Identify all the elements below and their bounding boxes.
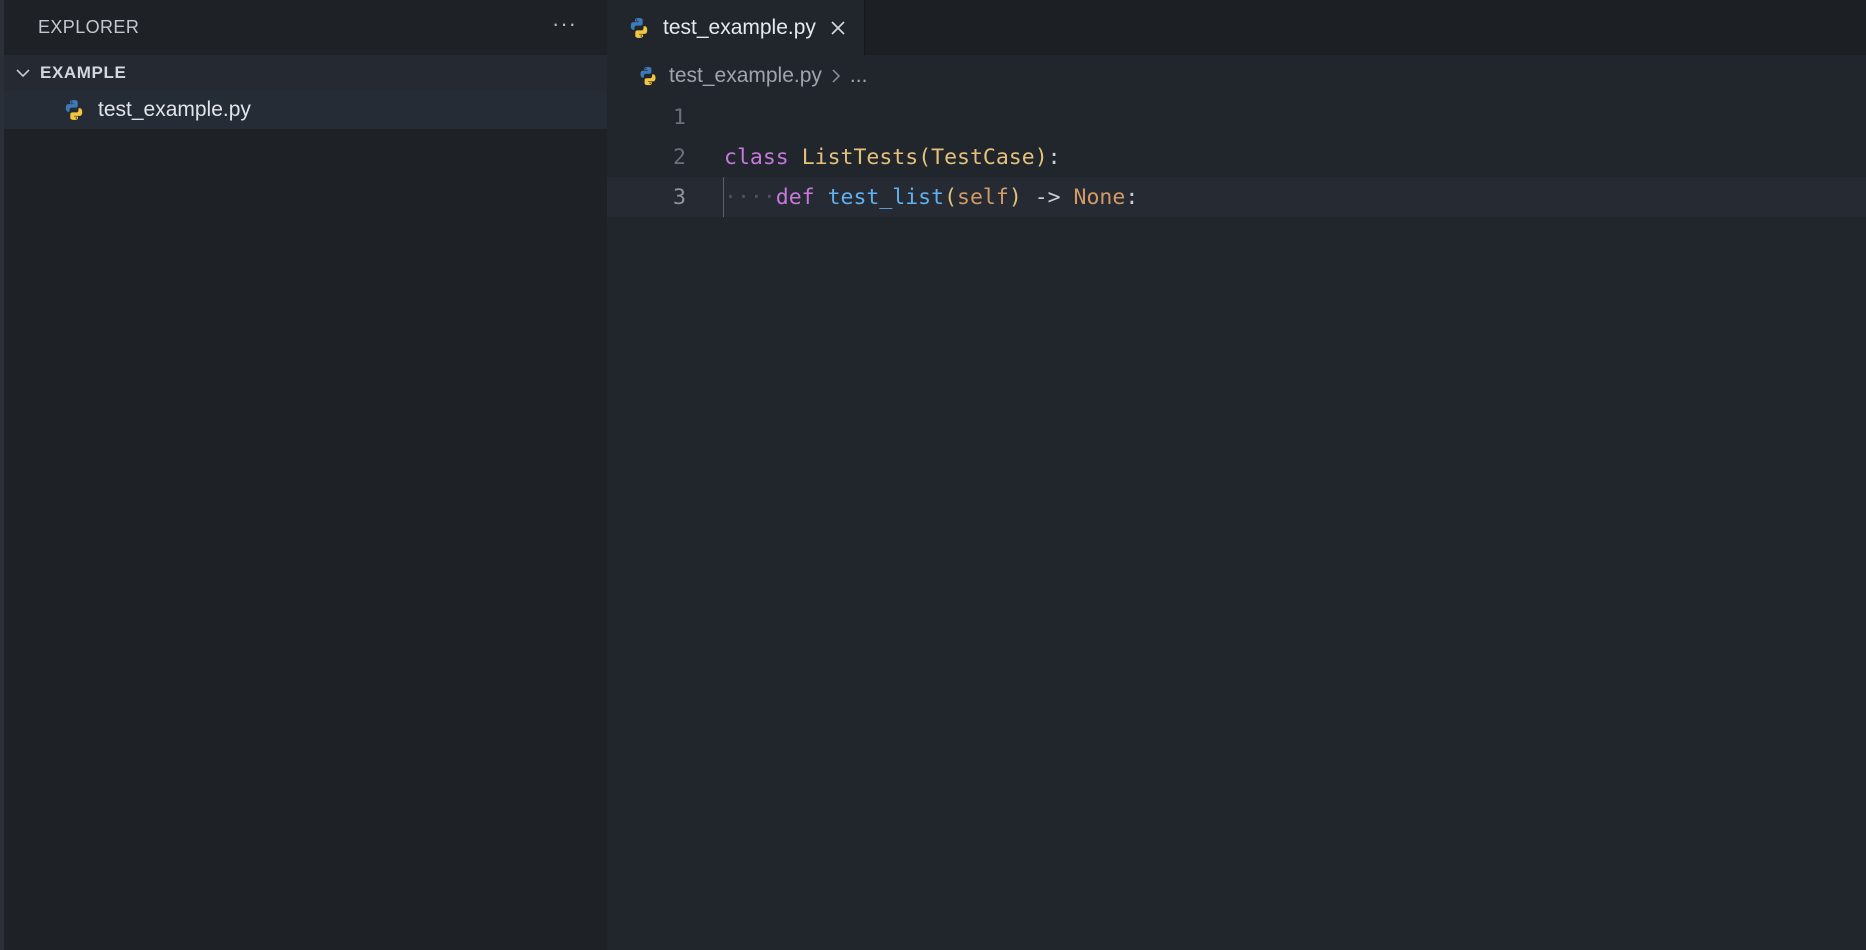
- code-token: :: [1125, 184, 1139, 210]
- file-tree-item-label: test_example.py: [98, 98, 251, 121]
- code-line[interactable]: 2 class ListTests(TestCase):: [607, 137, 1866, 177]
- code-token: def: [775, 184, 815, 210]
- code-token: (: [944, 184, 958, 210]
- tab-label: test_example.py: [663, 15, 816, 39]
- breadcrumb: test_example.py ...: [607, 55, 1866, 97]
- close-icon[interactable]: [830, 20, 846, 36]
- line-number: 2: [673, 144, 686, 170]
- code-token: (: [918, 144, 932, 170]
- tab-test-example[interactable]: test_example.py: [607, 0, 865, 55]
- code-token: self: [957, 184, 1009, 210]
- explorer-sidebar: EXPLORER ··· EXAMPLE test_example.py: [0, 0, 607, 950]
- code-token: :: [1047, 144, 1061, 170]
- code-token: ListTests: [801, 144, 919, 170]
- code-text: ····def test_list(self) -> None:: [724, 185, 1138, 210]
- code-token: TestCase: [931, 144, 1035, 170]
- python-file-icon: [65, 100, 83, 120]
- code-token: class: [724, 144, 789, 170]
- code-line[interactable]: 3 ····def test_list(self) -> None:: [607, 177, 1866, 217]
- folder-section-label: EXAMPLE: [40, 63, 127, 82]
- code-token: None: [1073, 184, 1126, 210]
- breadcrumb-more[interactable]: ...: [850, 64, 868, 88]
- more-actions-icon[interactable]: ···: [552, 12, 577, 35]
- vscode-window: EXPLORER ··· EXAMPLE test_example.py tes…: [0, 0, 1866, 950]
- breadcrumb-file[interactable]: test_example.py: [669, 64, 822, 88]
- editor-area: test_example.py test_example.py ... 1 2 cl…: [607, 0, 1866, 950]
- line-number: 1: [673, 104, 686, 130]
- sidebar-title: EXPLORER: [38, 17, 140, 37]
- file-tree-item-test-example[interactable]: test_example.py: [4, 91, 607, 129]
- folder-section-header[interactable]: EXAMPLE: [4, 55, 607, 91]
- chevron-right-icon: [832, 69, 840, 83]
- indent-guide: [723, 177, 724, 217]
- code-editor[interactable]: 1 2 class ListTests(TestCase): 3 ····def tes…: [607, 97, 1866, 217]
- code-token: ): [1034, 144, 1048, 170]
- code-line[interactable]: 1: [607, 97, 1866, 137]
- code-token: ····: [724, 184, 776, 210]
- python-file-icon: [630, 17, 648, 38]
- sidebar-header: EXPLORER ···: [4, 0, 607, 55]
- code-text: class ListTests(TestCase):: [724, 145, 1061, 170]
- code-token: ): [1008, 184, 1022, 210]
- tab-bar: test_example.py: [607, 0, 1866, 55]
- python-file-icon: [640, 66, 656, 86]
- code-token: test_list: [827, 184, 945, 210]
- chevron-down-icon: [16, 69, 30, 78]
- code-token: ->: [1021, 184, 1074, 210]
- line-number: 3: [673, 184, 686, 210]
